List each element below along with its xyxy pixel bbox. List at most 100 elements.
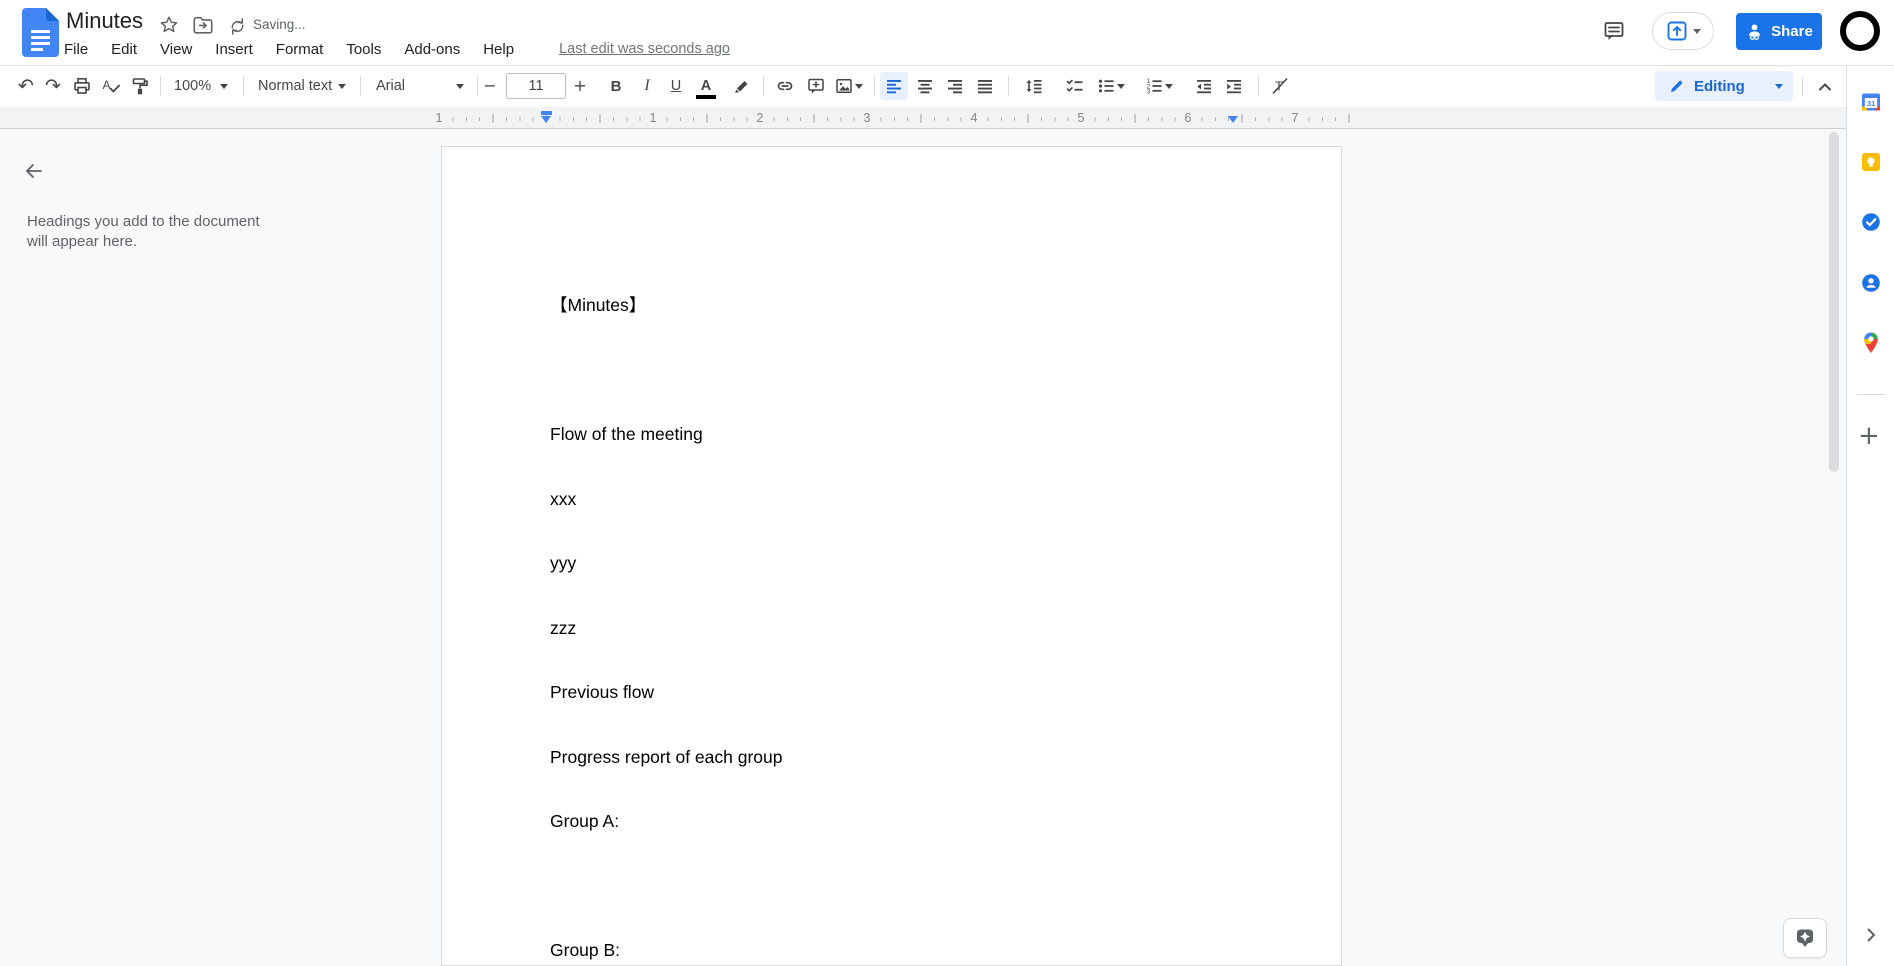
add-comment-button[interactable] (802, 72, 830, 100)
print-button[interactable] (68, 72, 96, 100)
doc-line: 【Minutes】 (550, 295, 647, 315)
chevron-down-icon (1693, 28, 1701, 34)
menu-file[interactable]: File (62, 39, 90, 60)
increase-indent-icon (1227, 80, 1241, 94)
bold-button[interactable]: B (602, 72, 630, 100)
vertical-scrollbar-thumb[interactable] (1829, 132, 1839, 472)
doc-line: Progress report of each group (550, 746, 783, 767)
ruler: 1 1 2 3 4 5 6 7 (0, 107, 1846, 129)
chevron-down-icon (1775, 83, 1783, 89)
font-select[interactable]: Arial (368, 71, 470, 101)
italic-button[interactable]: I (633, 72, 661, 100)
share-person-icon (1749, 24, 1761, 41)
left-indent-marker[interactable] (540, 111, 552, 123)
line-spacing-button[interactable] (1020, 72, 1048, 100)
numbered-list-button[interactable]: 123 (1140, 72, 1176, 100)
keep-icon[interactable] (1860, 151, 1882, 173)
underline-button[interactable]: U (662, 72, 690, 100)
contacts-icon[interactable] (1860, 272, 1882, 294)
ruler-label: 5 (1074, 110, 1088, 126)
menu-edit[interactable]: Edit (109, 39, 139, 60)
align-left-button[interactable] (880, 72, 908, 100)
insert-image-button[interactable] (830, 72, 866, 100)
maps-icon[interactable] (1860, 330, 1882, 356)
share-button[interactable]: Share (1736, 13, 1822, 50)
paint-format-button[interactable] (126, 72, 154, 100)
toolbar-separator (1802, 76, 1803, 96)
right-indent-marker[interactable] (1227, 116, 1238, 123)
menu-view[interactable]: View (158, 39, 194, 60)
justify-icon (978, 80, 992, 94)
chevron-down-icon (1164, 83, 1173, 89)
menu-tools[interactable]: Tools (344, 39, 383, 60)
insert-link-button[interactable] (771, 72, 799, 100)
highlight-color-button[interactable] (728, 72, 756, 100)
numbered-list-icon: 123 (1146, 78, 1161, 96)
doc-line (550, 360, 783, 382)
get-addons-button[interactable]: + (1858, 423, 1880, 449)
last-edit-link[interactable]: Last edit was seconds ago (557, 39, 732, 59)
doc-line: Previous flow (550, 682, 655, 702)
toolbar-separator (243, 76, 244, 96)
zoom-select[interactable]: 100% (166, 71, 234, 101)
document-canvas: Headings you add to the document will ap… (0, 129, 1846, 966)
ruler-label: 2 (753, 110, 767, 126)
decrease-indent-button[interactable] (1190, 72, 1218, 100)
explore-icon (1797, 929, 1813, 947)
ruler-label: 1 (432, 110, 446, 126)
redo-button[interactable]: ↷ (39, 72, 67, 100)
explore-button[interactable] (1783, 918, 1827, 958)
menu-addons[interactable]: Add-ons (402, 39, 462, 60)
tasks-icon[interactable] (1860, 211, 1882, 233)
back-arrow-icon (25, 164, 42, 178)
doc-line: Flow of the meeting (550, 424, 703, 444)
menu-help[interactable]: Help (481, 39, 516, 60)
increase-indent-button[interactable] (1220, 72, 1248, 100)
menu-insert[interactable]: Insert (213, 39, 255, 60)
align-right-button[interactable] (941, 72, 969, 100)
bulleted-list-button[interactable] (1092, 72, 1128, 100)
document-page[interactable]: 【Minutes】 Flow of the meeting xxx yyy zz… (441, 146, 1342, 966)
chevron-down-icon (854, 83, 863, 89)
close-outline-button[interactable] (16, 153, 52, 189)
star-button[interactable] (156, 12, 182, 38)
menu-format[interactable]: Format (274, 39, 326, 60)
workspace-side-panel: 31 + (1846, 66, 1894, 966)
align-center-button[interactable] (911, 72, 939, 100)
chevron-down-icon (338, 83, 346, 89)
decrease-font-size-button[interactable]: − (478, 72, 502, 100)
doc-line: xxx (550, 488, 577, 509)
align-right-icon (948, 80, 962, 94)
toolbar-separator (763, 76, 764, 96)
clear-formatting-icon: T (1272, 77, 1288, 95)
text-color-button[interactable]: A (692, 72, 720, 100)
doc-line: Group B: (550, 940, 621, 960)
meet-present-button[interactable] (1652, 12, 1714, 50)
hide-side-panel-button[interactable] (1858, 922, 1884, 948)
saving-sync-icon (224, 13, 250, 39)
font-size-input[interactable]: 11 (506, 73, 566, 99)
align-center-icon (918, 80, 932, 94)
move-to-folder-button[interactable] (190, 12, 216, 38)
calendar-icon[interactable]: 31 (1860, 91, 1882, 113)
document-title[interactable]: Minutes (66, 8, 143, 34)
checklist-icon (1066, 79, 1083, 92)
toolbar: ↶ ↷ A 100% Normal text Arial − 11 + B I … (0, 66, 1846, 107)
justify-button[interactable] (971, 72, 999, 100)
clear-formatting-button[interactable]: T (1266, 72, 1294, 100)
open-comment-history-button[interactable] (1598, 15, 1630, 47)
docs-logo-icon[interactable] (22, 8, 59, 57)
bulleted-list-icon (1098, 79, 1113, 93)
pencil-icon (1671, 80, 1683, 92)
editing-mode-select[interactable]: Editing (1655, 71, 1793, 101)
paragraph-style-select[interactable]: Normal text (250, 71, 352, 101)
spelling-check-button[interactable]: A (96, 72, 124, 100)
chevron-up-icon (1819, 83, 1831, 91)
doc-line: zzz (550, 617, 577, 638)
image-icon (835, 79, 852, 93)
increase-font-size-button[interactable]: + (568, 72, 592, 100)
account-avatar[interactable] (1840, 11, 1880, 51)
hide-menus-button[interactable] (1812, 74, 1838, 100)
undo-button[interactable]: ↶ (12, 72, 40, 100)
checklist-button[interactable] (1061, 72, 1089, 100)
